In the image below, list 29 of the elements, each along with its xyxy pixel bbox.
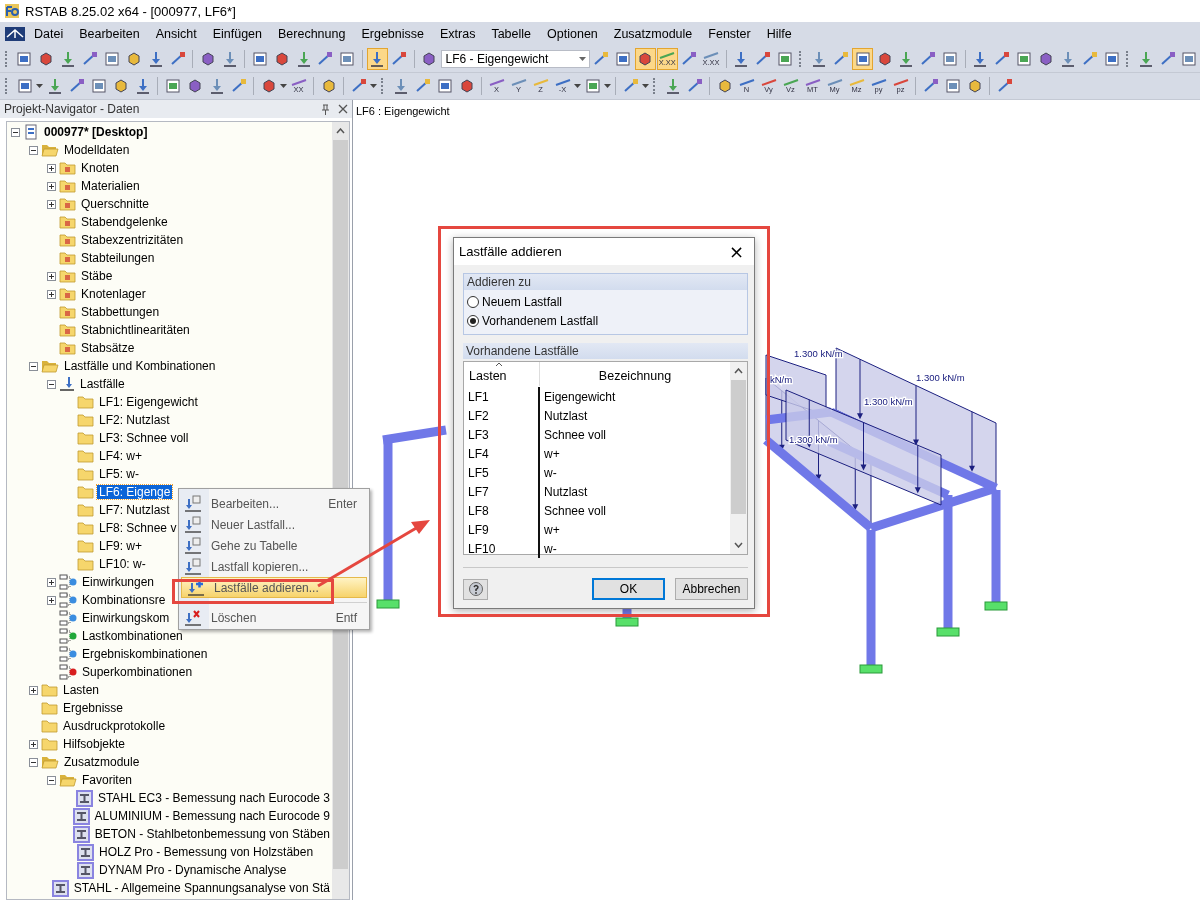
group-title: Addieren zu (464, 274, 747, 290)
radio-label: Vorhandenem Lastfall (482, 313, 599, 328)
table-cell-text: Nutzlast (543, 408, 588, 423)
load-value-label: 1.300 kN/m (916, 372, 965, 383)
group-title: Vorhandene Lastfälle (463, 343, 748, 359)
table-cell-text: w+ (543, 446, 560, 461)
table-cell-text: w- (543, 465, 557, 480)
table-cell: LF10 (464, 539, 540, 558)
table-cell: LF9 (464, 520, 540, 539)
view-caption: LF6 : Eigengewicht (355, 104, 451, 119)
table-cell-text: w+ (543, 522, 560, 537)
table-cell-text: w- (543, 541, 557, 556)
table-cell: LF4 (464, 444, 540, 463)
load-value-label: kN/m (770, 374, 793, 385)
table-cell: LF1 (464, 387, 540, 406)
table-cell-text: Schnee voll (543, 503, 607, 518)
panel-title: Projekt-Navigator - Daten (4, 102, 140, 116)
load-value-label: 1.300 kN/m (864, 396, 913, 407)
radio-label: Neuem Lastfall (482, 294, 563, 309)
table-cell-text: Schnee voll (543, 427, 607, 442)
dialog-title: Lastfälle addieren (459, 244, 562, 259)
table-cell: LF7 (464, 482, 540, 501)
table-cell-text: Nutzlast (543, 484, 588, 499)
table-cell: LF5 (464, 463, 540, 482)
table-cell-text: Eigengewicht (543, 389, 616, 404)
table-cell: LF2 (464, 406, 540, 425)
table-cell: LF3 (464, 425, 540, 444)
table-cell: LF8 (464, 501, 540, 520)
window-title: RSTAB 8.25.02 x64 - [000977, LF6*] (25, 3, 236, 19)
